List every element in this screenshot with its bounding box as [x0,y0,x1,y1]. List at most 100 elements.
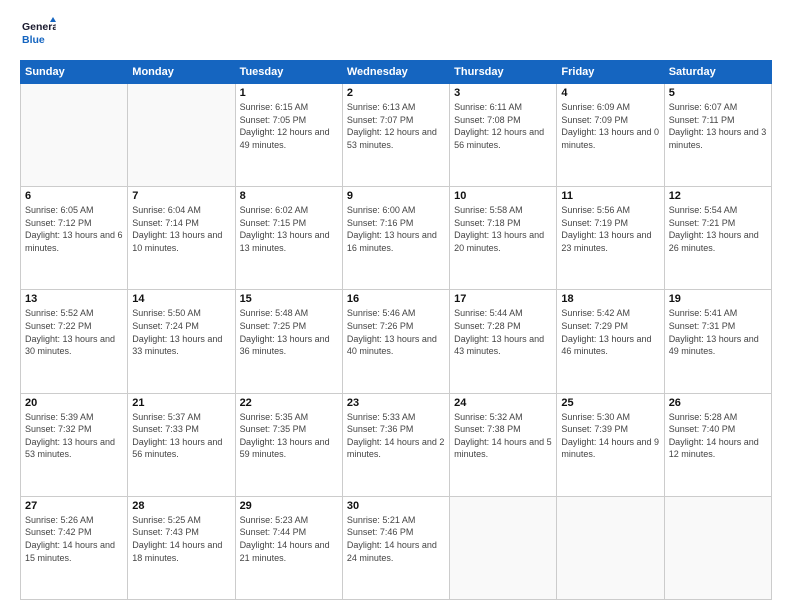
day-info: Sunrise: 5:35 AM Sunset: 7:35 PM Dayligh… [240,411,338,461]
day-number: 8 [240,190,338,202]
calendar-table: SundayMondayTuesdayWednesdayThursdayFrid… [20,60,772,600]
day-info: Sunrise: 5:56 AM Sunset: 7:19 PM Dayligh… [561,204,659,254]
calendar-cell: 8 Sunrise: 6:02 AM Sunset: 7:15 PM Daylig… [235,187,342,290]
header-saturday: Saturday [664,61,771,84]
day-info: Sunrise: 5:50 AM Sunset: 7:24 PM Dayligh… [132,307,230,357]
calendar-cell [128,84,235,187]
calendar-cell: 28 Sunrise: 5:25 AM Sunset: 7:43 PM Dayli… [128,496,235,599]
calendar-cell: 14 Sunrise: 5:50 AM Sunset: 7:24 PM Dayli… [128,290,235,393]
logo-svg: General Blue [20,16,56,52]
day-info: Sunrise: 5:33 AM Sunset: 7:36 PM Dayligh… [347,411,445,461]
day-info: Sunrise: 6:00 AM Sunset: 7:16 PM Dayligh… [347,204,445,254]
day-info: Sunrise: 6:04 AM Sunset: 7:14 PM Dayligh… [132,204,230,254]
day-number: 7 [132,190,230,202]
day-info: Sunrise: 6:09 AM Sunset: 7:09 PM Dayligh… [561,101,659,151]
day-info: Sunrise: 6:11 AM Sunset: 7:08 PM Dayligh… [454,101,552,151]
day-number: 5 [669,87,767,99]
day-info: Sunrise: 6:02 AM Sunset: 7:15 PM Dayligh… [240,204,338,254]
day-info: Sunrise: 6:07 AM Sunset: 7:11 PM Dayligh… [669,101,767,151]
day-number: 17 [454,293,552,305]
day-info: Sunrise: 6:13 AM Sunset: 7:07 PM Dayligh… [347,101,445,151]
day-number: 2 [347,87,445,99]
day-info: Sunrise: 6:05 AM Sunset: 7:12 PM Dayligh… [25,204,123,254]
calendar-cell [450,496,557,599]
calendar-cell: 29Sunrise: 5:23 AM Sunset: 7:44 PM Dayli… [235,496,342,599]
calendar-cell: 24 Sunrise: 5:32 AM Sunset: 7:38 PM Dayli… [450,393,557,496]
calendar-cell: 17 Sunrise: 5:44 AM Sunset: 7:28 PM Dayli… [450,290,557,393]
day-number: 28 [132,500,230,512]
day-number: 15 [240,293,338,305]
day-number: 23 [347,397,445,409]
day-number: 25 [561,397,659,409]
day-number: 1 [240,87,338,99]
calendar-cell: 11Sunrise: 5:56 AM Sunset: 7:19 PM Dayli… [557,187,664,290]
day-number: 27 [25,500,123,512]
day-info: Sunrise: 5:30 AM Sunset: 7:39 PM Dayligh… [561,411,659,461]
calendar-header-row: SundayMondayTuesdayWednesdayThursdayFrid… [21,61,772,84]
day-info: Sunrise: 5:41 AM Sunset: 7:31 PM Dayligh… [669,307,767,357]
calendar-cell: 25 Sunrise: 5:30 AM Sunset: 7:39 PM Dayli… [557,393,664,496]
header-monday: Monday [128,61,235,84]
day-number: 6 [25,190,123,202]
logo: General Blue [20,16,56,52]
svg-text:General: General [22,21,56,33]
calendar-cell [21,84,128,187]
day-number: 10 [454,190,552,202]
calendar-cell: 7 Sunrise: 6:04 AM Sunset: 7:14 PM Daylig… [128,187,235,290]
day-info: Sunrise: 5:26 AM Sunset: 7:42 PM Dayligh… [25,514,123,564]
header: General Blue [20,16,772,52]
calendar-cell: 1 Sunrise: 6:15 AM Sunset: 7:05 PM Daylig… [235,84,342,187]
day-number: 12 [669,190,767,202]
day-number: 4 [561,87,659,99]
day-info: Sunrise: 5:42 AM Sunset: 7:29 PM Dayligh… [561,307,659,357]
calendar-cell: 6 Sunrise: 6:05 AM Sunset: 7:12 PM Daylig… [21,187,128,290]
calendar-cell: 5 Sunrise: 6:07 AM Sunset: 7:11 PM Daylig… [664,84,771,187]
day-info: Sunrise: 5:52 AM Sunset: 7:22 PM Dayligh… [25,307,123,357]
day-number: 18 [561,293,659,305]
day-number: 14 [132,293,230,305]
calendar-cell: 20 Sunrise: 5:39 AM Sunset: 7:32 PM Dayli… [21,393,128,496]
day-number: 19 [669,293,767,305]
day-info: Sunrise: 5:48 AM Sunset: 7:25 PM Dayligh… [240,307,338,357]
day-info: Sunrise: 5:28 AM Sunset: 7:40 PM Dayligh… [669,411,767,461]
calendar-cell: 4 Sunrise: 6:09 AM Sunset: 7:09 PM Daylig… [557,84,664,187]
day-number: 3 [454,87,552,99]
calendar-cell: 23 Sunrise: 5:33 AM Sunset: 7:36 PM Dayli… [342,393,449,496]
calendar-cell: 30Sunrise: 5:21 AM Sunset: 7:46 PM Dayli… [342,496,449,599]
calendar-cell: 18 Sunrise: 5:42 AM Sunset: 7:29 PM Dayli… [557,290,664,393]
day-number: 9 [347,190,445,202]
calendar-cell: 13 Sunrise: 5:52 AM Sunset: 7:22 PM Dayli… [21,290,128,393]
day-info: Sunrise: 5:25 AM Sunset: 7:43 PM Dayligh… [132,514,230,564]
calendar-cell: 22 Sunrise: 5:35 AM Sunset: 7:35 PM Dayli… [235,393,342,496]
header-wednesday: Wednesday [342,61,449,84]
day-number: 22 [240,397,338,409]
calendar-cell [557,496,664,599]
svg-text:Blue: Blue [22,34,45,46]
header-thursday: Thursday [450,61,557,84]
day-info: Sunrise: 6:15 AM Sunset: 7:05 PM Dayligh… [240,101,338,151]
header-friday: Friday [557,61,664,84]
calendar-cell [664,496,771,599]
header-tuesday: Tuesday [235,61,342,84]
day-info: Sunrise: 5:58 AM Sunset: 7:18 PM Dayligh… [454,204,552,254]
calendar-cell: 12Sunrise: 5:54 AM Sunset: 7:21 PM Dayli… [664,187,771,290]
day-number: 20 [25,397,123,409]
calendar-cell: 15 Sunrise: 5:48 AM Sunset: 7:25 PM Dayli… [235,290,342,393]
calendar-cell: 16Sunrise: 5:46 AM Sunset: 7:26 PM Dayli… [342,290,449,393]
day-info: Sunrise: 5:39 AM Sunset: 7:32 PM Dayligh… [25,411,123,461]
day-info: Sunrise: 5:44 AM Sunset: 7:28 PM Dayligh… [454,307,552,357]
header-sunday: Sunday [21,61,128,84]
day-number: 16 [347,293,445,305]
calendar-cell: 9 Sunrise: 6:00 AM Sunset: 7:16 PM Daylig… [342,187,449,290]
calendar-cell: 19 Sunrise: 5:41 AM Sunset: 7:31 PM Dayli… [664,290,771,393]
day-info: Sunrise: 5:32 AM Sunset: 7:38 PM Dayligh… [454,411,552,461]
day-number: 13 [25,293,123,305]
day-number: 24 [454,397,552,409]
calendar-cell: 21Sunrise: 5:37 AM Sunset: 7:33 PM Dayli… [128,393,235,496]
calendar-cell: 3 Sunrise: 6:11 AM Sunset: 7:08 PM Daylig… [450,84,557,187]
day-number: 21 [132,397,230,409]
calendar-cell: 2 Sunrise: 6:13 AM Sunset: 7:07 PM Daylig… [342,84,449,187]
calendar-cell: 26Sunrise: 5:28 AM Sunset: 7:40 PM Dayli… [664,393,771,496]
page: General Blue SundayMondayTuesdayWednesda… [0,0,792,612]
day-info: Sunrise: 5:21 AM Sunset: 7:46 PM Dayligh… [347,514,445,564]
